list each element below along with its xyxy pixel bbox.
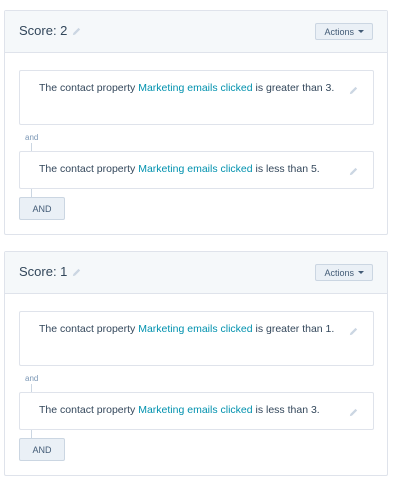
score-group-header: Score: 1 Actions <box>5 252 387 294</box>
score-group: Score: 1 Actions The contact property Ma… <box>4 251 388 476</box>
rule-prefix: The contact property <box>39 163 139 175</box>
rule-prefix: The contact property <box>39 323 139 335</box>
rule-suffix: is less than 3. <box>252 404 320 416</box>
and-connector: and <box>25 133 39 142</box>
rule-text: The contact property Marketing emails cl… <box>39 161 339 178</box>
rule-suffix: is greater than 1. <box>252 323 335 335</box>
score-label: Score: 2 <box>19 23 68 38</box>
pencil-icon[interactable] <box>348 405 359 423</box>
rule-card[interactable]: The contact property Marketing emails cl… <box>19 70 374 125</box>
rule-text: The contact property Marketing emails cl… <box>39 321 339 338</box>
caret-down-icon <box>358 271 364 274</box>
actions-button[interactable]: Actions <box>315 264 373 281</box>
actions-label: Actions <box>324 26 354 37</box>
property-link[interactable]: Marketing emails clicked <box>138 82 252 94</box>
rule-text: The contact property Marketing emails cl… <box>39 80 339 97</box>
connector-line <box>31 430 32 438</box>
rule-card[interactable]: The contact property Marketing emails cl… <box>19 311 374 366</box>
rule-prefix: The contact property <box>39 404 139 416</box>
rule-suffix: is less than 5. <box>252 163 320 175</box>
score-title: Score: 1 <box>19 264 82 280</box>
connector-line <box>31 143 32 151</box>
pencil-icon[interactable] <box>348 164 359 182</box>
actions-button[interactable]: Actions <box>315 23 373 40</box>
pencil-icon[interactable] <box>348 83 359 101</box>
rule-card[interactable]: The contact property Marketing emails cl… <box>19 151 374 189</box>
rule-card[interactable]: The contact property Marketing emails cl… <box>19 392 374 430</box>
connector-line <box>31 384 32 392</box>
connector-line <box>31 189 32 197</box>
score-group-header: Score: 2 Actions <box>5 11 387 53</box>
score-label: Score: 1 <box>19 264 68 279</box>
add-and-button[interactable]: AND <box>19 197 65 220</box>
rule-prefix: The contact property <box>39 82 139 94</box>
property-link[interactable]: Marketing emails clicked <box>138 404 252 416</box>
add-and-button[interactable]: AND <box>19 438 65 461</box>
actions-label: Actions <box>324 267 354 278</box>
property-link[interactable]: Marketing emails clicked <box>138 163 252 175</box>
rule-suffix: is greater than 3. <box>252 82 335 94</box>
rule-text: The contact property Marketing emails cl… <box>39 402 339 419</box>
score-group: Score: 2 Actions The contact property Ma… <box>4 10 388 235</box>
score-title: Score: 2 <box>19 23 82 39</box>
pencil-icon[interactable] <box>71 267 82 278</box>
pencil-icon[interactable] <box>348 324 359 342</box>
and-connector: and <box>25 374 39 383</box>
caret-down-icon <box>358 30 364 33</box>
pencil-icon[interactable] <box>71 26 82 37</box>
property-link[interactable]: Marketing emails clicked <box>138 323 252 335</box>
